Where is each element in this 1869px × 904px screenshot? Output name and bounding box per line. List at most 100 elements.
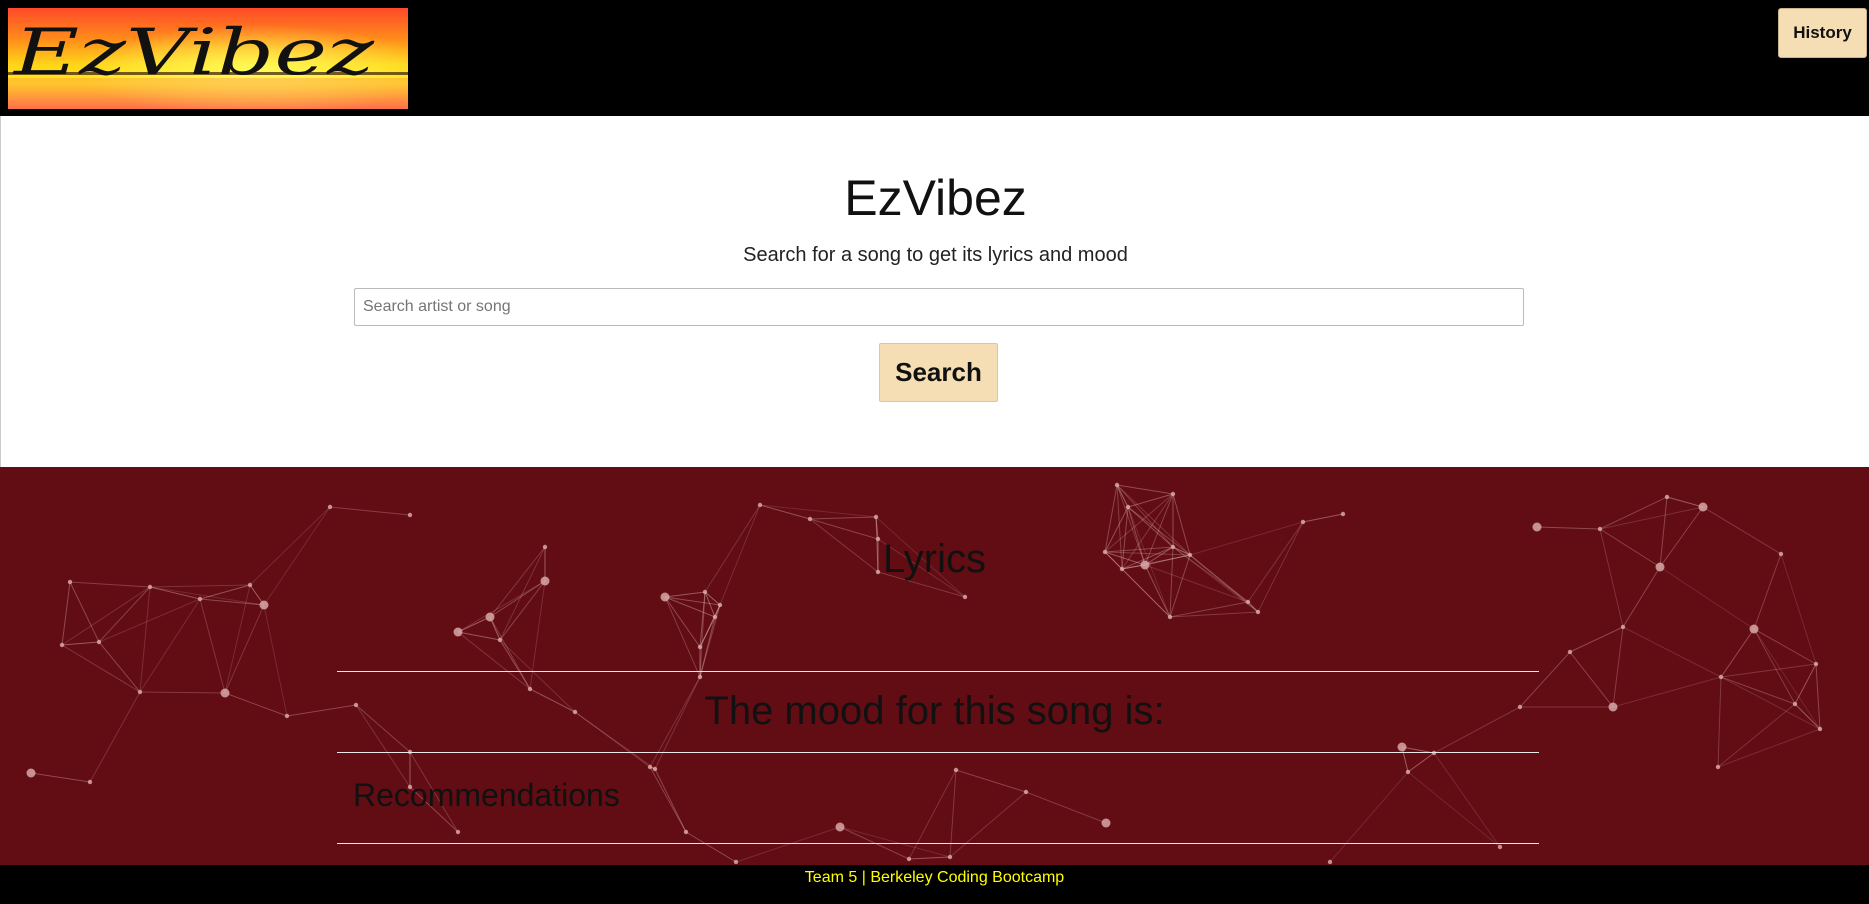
particle-link [809,518,879,540]
particle-link [139,598,201,693]
particle-dot [1664,494,1670,500]
particle-link [457,616,491,633]
particle-link [1536,526,1601,530]
particle-dot [455,829,461,835]
particle-link [1127,493,1174,508]
particle-dot [652,766,658,772]
history-button[interactable]: History [1778,8,1867,58]
particle-link [908,769,957,860]
particle-dot [1813,661,1819,667]
logo: EzVibez [8,8,408,109]
particle-link [149,584,251,588]
particle-dot [247,582,253,588]
particle-dot [697,674,703,680]
footer-credit: Team 5 | Berkeley Coding Bootcamp [804,869,1065,886]
particle-dot [1114,482,1120,488]
page-subtitle: Search for a song to get its lyrics and … [743,244,1128,266]
particle-link [69,581,100,643]
particle-dot [96,639,102,645]
particle-dot [1497,844,1503,850]
particle-link [1569,626,1624,653]
particle-dot [1327,859,1333,865]
recommendations-heading: Recommendations [353,777,620,813]
page-title: EzVibez [844,170,1027,226]
particle-dot [906,856,912,862]
particle-dot [327,504,333,510]
particle-dot [1620,624,1626,630]
particle-link [199,598,226,694]
particle-link [949,791,1027,858]
particle-dot [733,859,739,865]
divider [337,671,1539,672]
particle-dot [1245,599,1251,605]
particle-dot [147,584,153,590]
particle-dot [26,768,36,778]
particle-dot [947,854,953,860]
particle-link [139,586,151,693]
particle-dot [697,644,703,650]
particle-dot [647,764,653,770]
particle-dot [1405,769,1411,775]
particle-link [685,831,737,863]
particle-dot [1340,511,1346,517]
particle-link [457,580,546,633]
search-input[interactable] [354,288,1524,326]
particle-link [1720,663,1817,678]
particle-link [30,772,91,783]
particle-dot [807,516,813,522]
particle-dot [1101,818,1111,828]
particle-link [61,586,151,646]
particle-dot [1125,504,1131,510]
particle-dot [702,589,708,595]
particle-link [908,856,951,860]
particle-dot [407,512,413,518]
particle-dot [453,627,463,637]
particle-dot [1567,649,1573,655]
particle-link [149,586,201,600]
particle-link [955,769,1027,793]
particle-link [98,641,141,693]
particle-link [1302,513,1344,523]
particle-dot [1698,502,1708,512]
particle-link [759,504,877,518]
particle-dot [717,602,723,608]
particle-link [1407,771,1501,848]
particle-link [1025,791,1107,824]
particle-link [1717,728,1821,768]
particle-link [649,766,687,833]
divider [337,752,1539,753]
particle-link [654,768,687,833]
particle-dot [660,592,670,602]
particle-dot [1167,614,1173,620]
particle-link [457,631,531,690]
particle-dot [1715,764,1721,770]
particle-dot [1397,742,1407,752]
particle-link [199,584,251,600]
particle-link [735,826,841,863]
particle-link [61,581,71,646]
particle-dot [87,779,93,785]
particle-link [809,516,877,520]
logo-text: EzVibez [13,16,376,90]
particle-link [664,591,706,598]
mood-heading: The mood for this song is: [704,689,1165,733]
particle-dot [1255,609,1261,615]
particle-link [1433,752,1501,848]
particle-link [224,604,265,694]
particle-dot [59,642,65,648]
particle-dot [1300,519,1306,525]
search-button[interactable]: Search [879,343,998,402]
particle-dot [1170,491,1176,497]
particle-link [1599,506,1704,530]
particle-link [61,641,100,646]
particle-link [457,631,501,641]
particle-link [1329,771,1409,863]
search-section: EzVibez Search for a song to get its lyr… [0,116,1869,467]
particle-dot [197,596,203,602]
particle-dot [1718,674,1724,680]
particle-link [1720,628,1755,678]
particle-dot [683,829,689,835]
particle-link [69,581,151,588]
particle-link [329,506,411,516]
particle-dot [873,514,879,520]
